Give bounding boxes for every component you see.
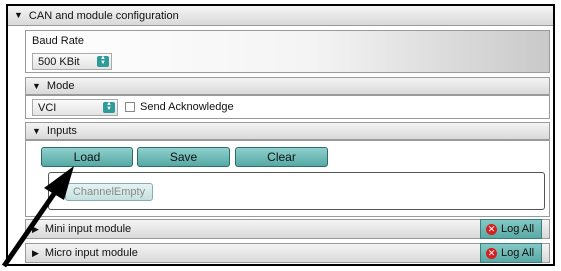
load-button-label: Load (73, 150, 101, 164)
mini-log-all-button[interactable]: ✕ Log All (480, 219, 542, 239)
spinner-icon: ▲ ▼ (103, 101, 115, 113)
config-header[interactable]: ▼ CAN and module configuration (8, 6, 553, 26)
mode-header[interactable]: ▼ Mode (25, 77, 550, 95)
load-button[interactable]: Load (41, 147, 133, 167)
save-button-label: Save (169, 150, 198, 164)
channel-area: ChannelEmpty (48, 172, 545, 210)
channel-empty-label: ChannelEmpty (72, 186, 146, 198)
save-button[interactable]: Save (137, 147, 230, 167)
mini-log-all-label: Log All (501, 223, 535, 235)
baud-rate-select[interactable]: 500 KBit ▲ ▼ (32, 53, 112, 70)
mode-title: Mode (46, 80, 75, 92)
baud-rate-panel: Baud Rate 500 KBit ▲ ▼ (25, 30, 550, 73)
inputs-panel: Load Save Clear ChannelEmpty (25, 140, 550, 217)
triangle-down-icon: ▼ (32, 80, 41, 91)
spinner-icon: ▲ ▼ (97, 55, 109, 67)
channel-empty-button[interactable]: ChannelEmpty (65, 183, 153, 201)
clear-button-label: Clear (267, 150, 296, 164)
send-ack-checkbox[interactable] (125, 102, 135, 112)
config-title: CAN and module configuration (28, 9, 179, 22)
micro-log-all-label: Log All (501, 247, 535, 259)
send-ack-label: Send Acknowledge (140, 101, 234, 113)
x-circle-icon: ✕ (486, 223, 497, 235)
inputs-header[interactable]: ▼ Inputs (25, 122, 550, 140)
micro-log-all-button[interactable]: ✕ Log All (480, 243, 542, 263)
baud-rate-label: Baud Rate (32, 35, 84, 47)
mini-module-row[interactable]: ▶ Mini input module (25, 219, 550, 239)
baud-rate-value: 500 KBit (38, 55, 80, 68)
micro-module-label: Micro input module (44, 247, 138, 259)
x-circle-icon: ✕ (486, 247, 497, 259)
config-window: ▼ CAN and module configuration Baud Rate… (6, 4, 555, 266)
triangle-right-icon: ▶ (32, 247, 39, 258)
triangle-right-icon: ▶ (32, 223, 39, 234)
inputs-title: Inputs (46, 125, 77, 137)
mode-panel: VCI ▲ ▼ Send Acknowledge (25, 95, 550, 119)
clear-button[interactable]: Clear (235, 147, 328, 167)
mini-module-label: Mini input module (44, 223, 132, 235)
mode-value: VCI (38, 101, 57, 114)
micro-module-row[interactable]: ▶ Micro input module (25, 243, 550, 263)
triangle-down-icon: ▼ (32, 125, 41, 136)
mode-select[interactable]: VCI ▲ ▼ (32, 99, 118, 116)
triangle-down-icon: ▼ (14, 10, 23, 20)
